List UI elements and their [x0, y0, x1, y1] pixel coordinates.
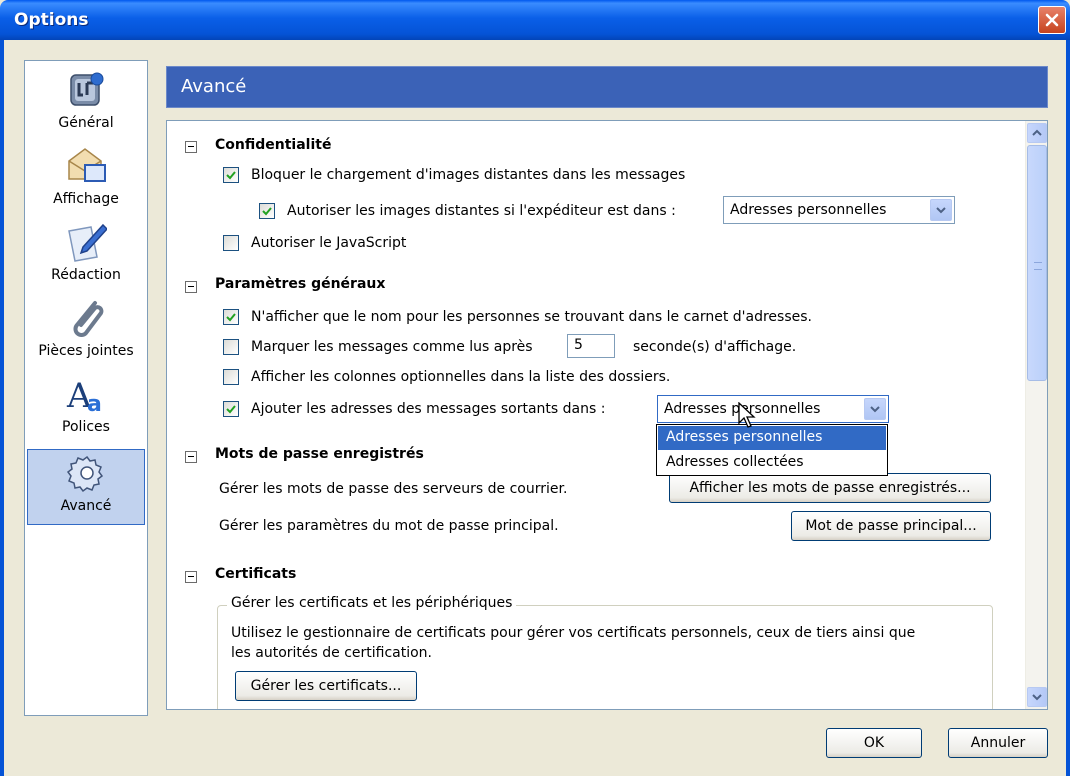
scroll-thumb[interactable] — [1027, 145, 1047, 381]
optional-columns-checkbox[interactable] — [223, 369, 239, 385]
block-images-checkbox[interactable] — [223, 167, 239, 183]
section-heading-passwords: Mots de passe enregistrés — [215, 446, 424, 462]
sidebar-item-display[interactable]: Affichage — [27, 143, 145, 219]
window-title: Options — [14, 10, 89, 30]
scroll-up-button[interactable] — [1027, 123, 1047, 143]
manage-certificates-button[interactable]: Gérer les certificats... — [235, 671, 417, 701]
close-button[interactable] — [1038, 6, 1066, 34]
dropdown-option-personal[interactable]: Adresses personnelles — [658, 426, 886, 450]
sidebar-item-label: Affichage — [53, 191, 119, 207]
block-images-label: Bloquer le chargement d'images distantes… — [251, 167, 686, 183]
title-bar: Options — [0, 0, 1070, 40]
show-saved-passwords-button[interactable]: Afficher les mots de passe enregistrés..… — [669, 473, 991, 503]
allow-javascript-label: Autoriser le JavaScript — [251, 235, 407, 251]
svg-text:a: a — [87, 392, 102, 415]
servers-passwords-label: Gérer les mots de passe des serveurs de … — [219, 481, 568, 497]
mark-read-label: Marquer les messages comme lus après — [251, 339, 533, 355]
allow-images-sender-checkbox[interactable] — [259, 203, 275, 219]
allow-images-sender-label: Autoriser les images distantes si l'expé… — [287, 203, 676, 219]
scroll-down-button[interactable] — [1027, 687, 1047, 707]
category-sidebar: Général Affichage Rédaction Pièces joint… — [24, 60, 148, 716]
sidebar-item-label: Pièces jointes — [38, 343, 134, 359]
dropdown-option-collected[interactable]: Adresses collectées — [658, 451, 886, 475]
checkmark-icon — [226, 171, 236, 180]
section-heading-general: Paramètres généraux — [215, 276, 386, 292]
allow-images-sender-select[interactable]: Adresses personnelles — [723, 196, 955, 224]
sidebar-item-general[interactable]: Général — [27, 67, 145, 143]
panel-title: Avancé — [181, 76, 247, 97]
sidebar-item-attachments[interactable]: Pièces jointes — [27, 295, 145, 371]
certificates-group-title: Gérer les certificats et les périphériqu… — [227, 595, 517, 611]
section-heading-privacy: Confidentialité — [215, 137, 332, 153]
mark-read-suffix: seconde(s) d'affichage. — [633, 339, 797, 355]
close-icon — [1045, 13, 1059, 27]
chevron-down-icon — [1032, 694, 1042, 701]
master-password-label: Gérer les paramètres du mot de passe pri… — [219, 518, 559, 534]
chevron-down-icon — [864, 398, 886, 420]
checkmark-icon — [226, 313, 236, 322]
panel-header: Avancé — [166, 66, 1048, 108]
mark-read-checkbox[interactable] — [223, 339, 239, 355]
paperclip-icon — [73, 301, 104, 337]
show-name-only-label: N'afficher que le nom pour les personnes… — [251, 309, 812, 325]
master-password-button[interactable]: Mot de passe principal... — [791, 511, 991, 541]
cancel-button[interactable]: Annuler — [948, 728, 1048, 758]
allow-javascript-checkbox[interactable] — [223, 235, 239, 251]
sidebar-item-label: Avancé — [60, 498, 112, 514]
collapse-general-toggle[interactable] — [185, 281, 197, 293]
checkmark-icon — [226, 405, 236, 414]
sidebar-item-composition[interactable]: Rédaction — [27, 219, 145, 295]
add-outgoing-label: Ajouter les adresses des messages sortan… — [251, 401, 606, 417]
gear-icon — [66, 455, 104, 493]
ok-button[interactable]: OK — [826, 728, 922, 758]
collapse-certificates-toggle[interactable] — [185, 571, 197, 583]
show-name-only-checkbox[interactable] — [223, 309, 239, 325]
general-icon — [70, 72, 104, 106]
chevron-down-icon — [930, 199, 952, 221]
mark-read-seconds-input[interactable]: 5 — [567, 334, 615, 358]
sidebar-item-label: Rédaction — [51, 267, 121, 283]
display-icon — [68, 148, 106, 182]
sidebar-item-fonts[interactable]: A a Polices — [27, 371, 145, 447]
vertical-scrollbar[interactable] — [1025, 121, 1047, 709]
sidebar-item-label: Polices — [62, 419, 110, 435]
collapse-privacy-toggle[interactable] — [185, 141, 197, 153]
sidebar-item-advanced[interactable]: Avancé — [27, 449, 145, 525]
sidebar-item-label: Général — [58, 115, 114, 131]
section-heading-certificates: Certificats — [215, 566, 297, 582]
add-outgoing-select[interactable]: Adresses personnelles — [657, 395, 889, 423]
optional-columns-label: Afficher les colonnes optionnelles dans … — [251, 369, 671, 385]
add-outgoing-dropdown-list: Adresses personnelles Adresses collectée… — [656, 424, 888, 476]
checkmark-icon — [262, 207, 272, 216]
composition-icon — [68, 223, 107, 262]
select-value: Adresses personnelles — [730, 202, 887, 218]
certificates-description-line1: Utilisez le gestionnaire de certificats … — [231, 625, 916, 641]
settings-content: Confidentialité Bloquer le chargement d'… — [166, 120, 1048, 710]
window-frame-left — [0, 40, 4, 776]
certificates-description-line2: les autorités de certification. — [231, 645, 433, 661]
chevron-up-icon — [1032, 129, 1042, 136]
fonts-icon: A a — [66, 376, 102, 415]
window-frame-right — [1066, 40, 1070, 776]
mouse-cursor-icon — [738, 402, 756, 428]
scroll-grip — [1034, 262, 1042, 270]
collapse-passwords-toggle[interactable] — [185, 451, 197, 463]
add-outgoing-checkbox[interactable] — [223, 401, 239, 417]
